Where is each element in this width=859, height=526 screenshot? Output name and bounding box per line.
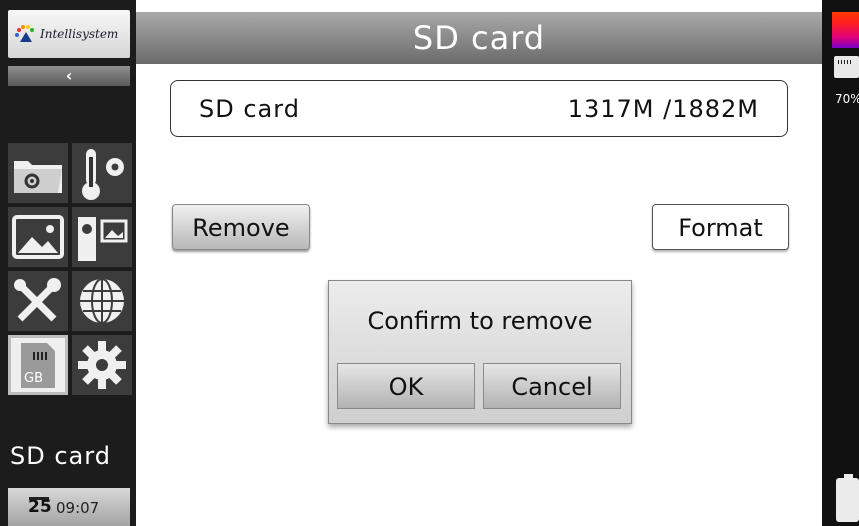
ok-button[interactable]: OK xyxy=(337,363,475,409)
dialog-message: Confirm to remove xyxy=(367,307,593,335)
clock-day: 25 xyxy=(28,497,52,517)
format-button[interactable]: Format xyxy=(652,204,789,250)
confirm-dialog: Confirm to remove OK Cancel xyxy=(328,280,632,424)
folder-gear-icon xyxy=(14,161,62,193)
sd-card-button[interactable]: GB xyxy=(8,335,68,395)
storage-label: SD card xyxy=(199,95,300,123)
globe-icon xyxy=(80,278,124,324)
sidebar: Intellisystem ‹ GB SD card 25 09:07 xyxy=(0,0,136,526)
section-label: SD card xyxy=(10,442,111,470)
svg-text:GB: GB xyxy=(24,371,43,386)
sd-card-icon: GB xyxy=(21,343,55,388)
settings-icon xyxy=(78,341,126,389)
settings-button[interactable] xyxy=(72,335,132,395)
remove-button[interactable]: Remove xyxy=(172,204,310,250)
folder-gear-button[interactable] xyxy=(8,143,68,203)
temperature-settings-button[interactable] xyxy=(72,143,132,203)
thermometer-gear-icon xyxy=(82,149,124,200)
tools-button[interactable] xyxy=(8,271,68,331)
page-title: SD card xyxy=(136,12,822,64)
status-panel: 70% xyxy=(822,0,859,526)
network-button[interactable] xyxy=(72,271,132,331)
logo-text: Intellisystem xyxy=(40,27,119,41)
storage-info: SD card 1317M /1882M xyxy=(170,80,788,137)
tools-icon xyxy=(14,278,61,322)
storage-percent: 70% xyxy=(835,92,859,106)
gallery-button[interactable] xyxy=(8,207,68,267)
camera-image-icon xyxy=(78,217,128,261)
battery-icon xyxy=(836,478,859,522)
back-button[interactable]: ‹ xyxy=(8,66,130,86)
color-palette-icon[interactable] xyxy=(832,12,859,48)
storage-usage: 1317M /1882M xyxy=(567,95,759,123)
date-time: 25 09:07 xyxy=(8,488,130,526)
capture-mode-button[interactable] xyxy=(72,207,132,267)
sd-status-icon xyxy=(834,56,859,78)
clock-time: 09:07 xyxy=(56,499,100,517)
cancel-button[interactable]: Cancel xyxy=(483,363,621,409)
image-icon xyxy=(12,215,64,259)
brand-logo: Intellisystem xyxy=(8,10,130,58)
logo-mark-icon xyxy=(15,25,34,42)
